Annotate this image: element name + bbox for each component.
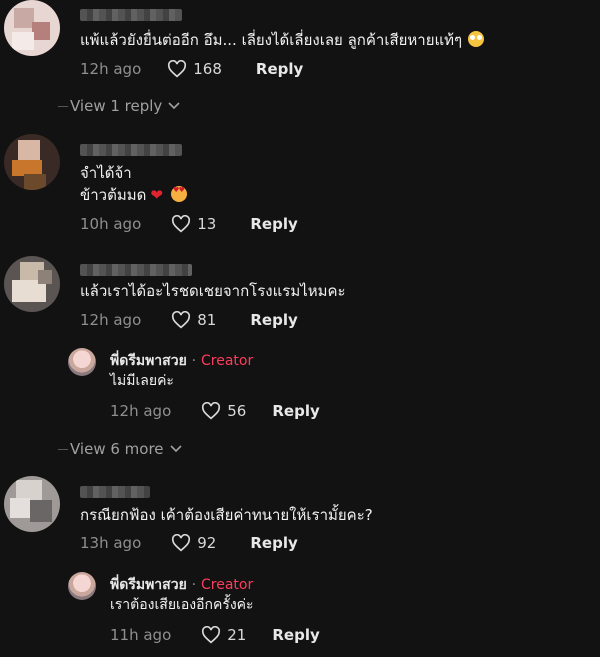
- reply-button[interactable]: Reply: [272, 626, 319, 644]
- like-button[interactable]: 81: [171, 311, 216, 329]
- red-heart-emoji-icon: ❤: [150, 186, 163, 204]
- like-button[interactable]: 92: [171, 534, 216, 552]
- avatar[interactable]: [4, 0, 60, 56]
- avatar[interactable]: [4, 476, 60, 532]
- reply-author[interactable]: พี่ดรีมพาสวย · Creator: [110, 574, 253, 596]
- reply-button[interactable]: Reply: [256, 60, 303, 78]
- like-count: 81: [197, 311, 217, 329]
- creator-badge: Creator: [200, 353, 254, 369]
- timestamp: 11h ago: [110, 626, 172, 644]
- like-button[interactable]: 56: [201, 402, 246, 420]
- timestamp: 10h ago: [80, 215, 142, 233]
- reply-text: เราต้องเสียเองอีกครั้งค่ะ: [110, 597, 254, 613]
- like-count: 56: [227, 402, 247, 420]
- comment-text: แล้วเราได้อะไรชดเชยจากโรงแรมไหมคะ: [80, 282, 346, 300]
- timestamp: 13h ago: [80, 534, 142, 552]
- like-button[interactable]: 168: [167, 60, 222, 78]
- like-button[interactable]: 13: [171, 215, 216, 233]
- heart-icon: [172, 215, 191, 233]
- rolling-eyes-emoji-icon: [468, 31, 485, 47]
- heart-icon: [168, 60, 187, 78]
- reply-item: พี่ดรีมพาสวย · Creator เราต้องเสียเองอีก…: [0, 570, 600, 650]
- smiling-face-with-hearts-emoji-icon: [170, 186, 187, 202]
- comment-meta: 12h ago 81 Reply: [80, 311, 298, 329]
- reply-meta: 11h ago 21 Reply: [110, 626, 320, 644]
- view-more-replies-button[interactable]: View 6 more: [58, 440, 182, 458]
- reply-author[interactable]: พี่ดรีมพาสวย · Creator: [110, 350, 253, 372]
- comment-text-line1: จำได้จ้า: [80, 164, 132, 182]
- reply-meta: 12h ago 56 Reply: [110, 402, 320, 420]
- reply-button[interactable]: Reply: [250, 215, 297, 233]
- comment-item: แพ้แล้วยังยื่นต่ออีก อึม... เลี่ยงได้เลี…: [0, 0, 600, 100]
- reply-item: พี่ดรีมพาสวย · Creator ไม่มีเลยค่ะ 12h a…: [0, 346, 600, 426]
- comment-text: ข้าวต้มมด ❤: [80, 184, 187, 206]
- comment-meta: 10h ago 13 Reply: [80, 215, 298, 233]
- username-blurred[interactable]: [80, 264, 192, 276]
- comment-meta: 13h ago 92 Reply: [80, 534, 298, 552]
- heart-icon: [172, 311, 191, 329]
- creator-avatar[interactable]: [68, 348, 96, 376]
- heart-icon: [172, 534, 191, 552]
- comment-item: กรณียกฟ้อง เค้าต้องเสียค่าทนายให้เรามั้ย…: [0, 476, 600, 566]
- comment-item: แล้วเราได้อะไรชดเชยจากโรงแรมไหมคะ 12h ag…: [0, 256, 600, 346]
- heart-icon: [202, 402, 221, 420]
- view-replies-button[interactable]: View 1 reply: [58, 97, 180, 115]
- comment-item: จำได้จ้า ข้าวต้มมด❤ 10h ago 13 Reply: [0, 132, 600, 242]
- like-count: 21: [227, 626, 247, 644]
- reply-button[interactable]: Reply: [272, 402, 319, 420]
- chevron-down-icon: [168, 102, 180, 110]
- heart-icon: [202, 626, 221, 644]
- comment-text: แพ้แล้วยังยื่นต่ออีก อึม... เลี่ยงได้เลี…: [80, 29, 485, 51]
- like-count: 13: [197, 215, 217, 233]
- timestamp: 12h ago: [80, 60, 142, 78]
- creator-avatar[interactable]: [68, 572, 96, 600]
- divider-line: [58, 448, 68, 450]
- username-blurred[interactable]: [80, 9, 182, 21]
- timestamp: 12h ago: [80, 311, 142, 329]
- avatar[interactable]: [4, 256, 60, 312]
- like-count: 92: [197, 534, 217, 552]
- divider-line: [58, 105, 68, 107]
- chevron-down-icon: [169, 445, 182, 453]
- reply-button[interactable]: Reply: [250, 534, 297, 552]
- creator-badge: Creator: [200, 577, 254, 593]
- like-button[interactable]: 21: [201, 626, 246, 644]
- username-blurred[interactable]: [80, 144, 182, 156]
- comment-text: กรณียกฟ้อง เค้าต้องเสียค่าทนายให้เรามั้ย…: [80, 506, 373, 524]
- avatar[interactable]: [4, 134, 60, 190]
- username-blurred[interactable]: [80, 486, 150, 498]
- timestamp: 12h ago: [110, 402, 172, 420]
- like-count: 168: [193, 60, 222, 78]
- reply-text: ไม่มีเลยค่ะ: [110, 373, 174, 389]
- reply-button[interactable]: Reply: [250, 311, 297, 329]
- comment-meta: 12h ago 168 Reply: [80, 60, 303, 78]
